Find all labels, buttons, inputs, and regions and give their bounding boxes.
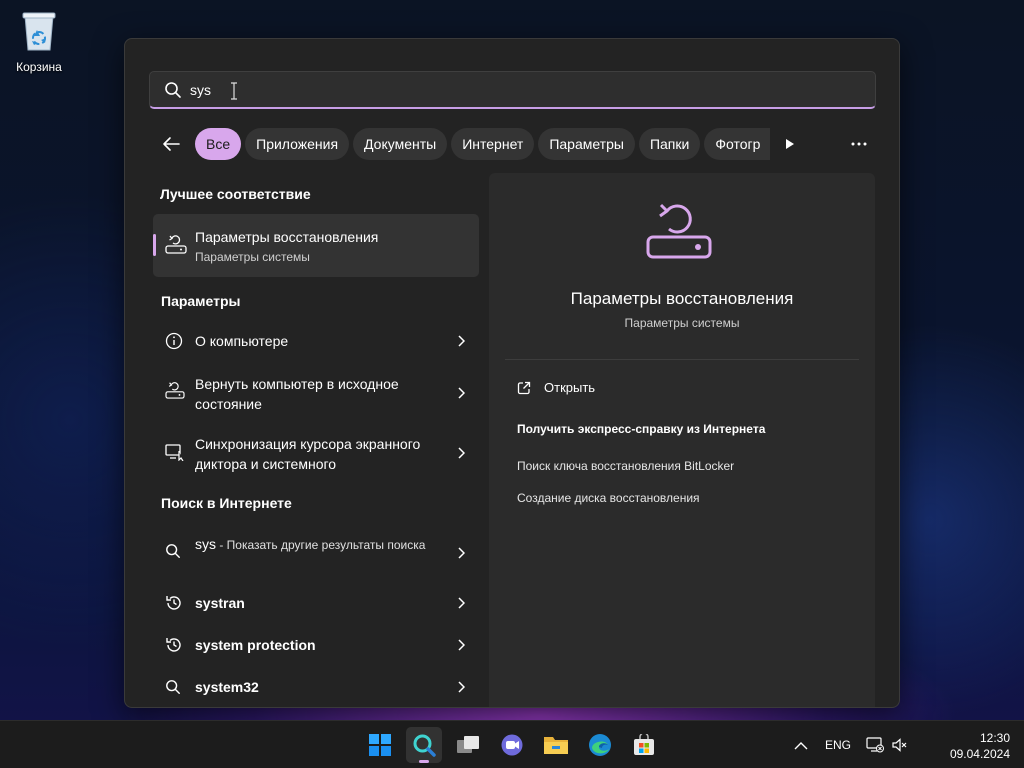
best-match-heading: Лучшее соответствие	[160, 186, 311, 202]
play-icon	[786, 139, 795, 149]
file-explorer-icon	[544, 737, 568, 754]
search-icon	[166, 680, 180, 694]
filter-chip-photos[interactable]: Фотогр	[704, 128, 771, 160]
filter-bar: Все Приложения Документы Интернет Параме…	[155, 128, 875, 160]
web-query-text: sys	[195, 536, 216, 552]
search-icon	[413, 734, 436, 757]
filter-chip-documents[interactable]: Документы	[353, 128, 448, 160]
settings-item-label: О компьютере	[195, 333, 289, 349]
settings-item-reset-pc[interactable]: Вернуть компьютер в исходное состояние	[153, 369, 479, 417]
back-button[interactable]	[155, 128, 187, 160]
chevron-right-icon	[458, 335, 465, 347]
settings-heading: Параметры	[161, 293, 241, 309]
more-icon	[851, 142, 867, 146]
filter-chip-all[interactable]: Все	[195, 128, 242, 160]
help-link-recovery-drive[interactable]: Создание диска восстановления	[517, 491, 700, 505]
task-view-button[interactable]	[450, 727, 486, 763]
search-panel: Все Приложения Документы Интернет Параме…	[124, 38, 900, 708]
chevron-right-icon	[458, 639, 465, 651]
clock[interactable]: 12:30 09.04.2024	[950, 730, 1010, 762]
search-input[interactable]	[190, 81, 790, 98]
best-match-item[interactable]: Параметры восстановления Параметры систе…	[153, 214, 479, 277]
start-icon	[369, 734, 391, 756]
volume-status[interactable]	[892, 721, 908, 768]
recycle-bin-shortcut[interactable]: Корзина	[10, 6, 68, 74]
network-status[interactable]	[866, 721, 884, 768]
filter-chip-folders[interactable]: Папки	[638, 128, 701, 160]
info-icon	[165, 332, 183, 350]
chevron-right-icon	[458, 447, 465, 459]
open-external-icon	[517, 381, 531, 394]
search-box[interactable]	[149, 71, 876, 109]
settings-item-label: Синхронизация курсора экранного диктора …	[195, 436, 421, 472]
web-item-system-protection[interactable]: system protection	[153, 625, 479, 665]
preview-title: Параметры восстановления	[570, 289, 794, 308]
more-options-button[interactable]	[843, 128, 875, 160]
web-item-systran[interactable]: systran	[153, 583, 479, 623]
chevron-right-icon	[458, 387, 465, 399]
web-item-sys[interactable]: sys - Показать другие результаты поиска	[153, 529, 479, 577]
quick-help-heading: Получить экспресс-справку из Интернета	[517, 422, 766, 436]
chevron-right-icon	[458, 597, 465, 609]
settings-item-label: Вернуть компьютер в исходное состояние	[195, 376, 399, 412]
filter-chip-apps[interactable]: Приложения	[245, 128, 350, 160]
recovery-icon	[165, 235, 187, 254]
reset-pc-icon	[165, 382, 185, 399]
language-indicator[interactable]: ENG	[825, 721, 851, 768]
best-match-subtitle: Параметры системы	[195, 250, 310, 264]
clock-date: 09.04.2024	[949, 747, 1010, 761]
chat-button[interactable]	[494, 727, 530, 763]
scroll-filters-button[interactable]	[778, 128, 802, 160]
history-icon	[166, 638, 181, 652]
show-hidden-icons-button[interactable]	[794, 721, 808, 768]
settings-item-about[interactable]: О компьютере	[153, 321, 479, 361]
text-cursor-icon	[231, 82, 237, 100]
volume-muted-icon	[892, 738, 907, 752]
history-icon	[166, 596, 181, 610]
preview-pane: Параметры восстановления Параметры систе…	[489, 173, 875, 707]
active-indicator	[419, 760, 429, 763]
best-match-title: Параметры восстановления	[195, 229, 379, 245]
file-explorer-button[interactable]	[538, 727, 574, 763]
arrow-left-icon	[163, 137, 180, 151]
narrator-icon	[165, 444, 184, 461]
task-view-icon	[457, 736, 479, 753]
preview-subtitle: Параметры системы	[624, 316, 740, 330]
filter-chip-web[interactable]: Интернет	[451, 128, 535, 160]
web-item-label: systran	[195, 595, 245, 611]
recycle-bin-icon	[21, 10, 57, 52]
web-search-heading: Поиск в Интернете	[161, 495, 292, 511]
search-icon	[165, 81, 181, 98]
settings-item-narrator-sync[interactable]: Синхронизация курсора экранного диктора …	[153, 429, 479, 477]
open-action[interactable]: Открыть	[517, 380, 595, 395]
open-label: Открыть	[544, 380, 596, 395]
taskbar: ENG 12:30 09.04.2024	[0, 720, 1024, 768]
filter-chip-settings[interactable]: Параметры	[538, 128, 635, 160]
web-query-suffix: - Показать другие результаты поиска	[216, 538, 426, 552]
divider	[505, 359, 859, 360]
edge-icon	[589, 734, 611, 756]
chat-icon	[501, 734, 523, 756]
start-button[interactable]	[362, 727, 398, 763]
help-link-bitlocker[interactable]: Поиск ключа восстановления BitLocker	[517, 459, 734, 473]
chevron-right-icon	[458, 547, 465, 559]
edge-button[interactable]	[582, 727, 618, 763]
store-icon	[634, 734, 654, 755]
chevron-up-icon	[794, 741, 808, 749]
search-taskbar-button[interactable]	[406, 727, 442, 763]
web-item-system32[interactable]: system32	[153, 667, 479, 707]
network-disconnected-icon	[866, 737, 884, 753]
web-item-label: sys - Показать другие результаты поиска	[195, 534, 435, 555]
search-icon	[166, 544, 180, 558]
selection-indicator	[153, 234, 156, 256]
recycle-bin-label: Корзина	[16, 60, 62, 74]
web-item-label: system32	[195, 679, 259, 695]
chevron-right-icon	[458, 681, 465, 693]
web-item-label: system protection	[195, 637, 316, 653]
clock-time: 12:30	[979, 731, 1010, 745]
store-button[interactable]	[626, 727, 662, 763]
recovery-icon	[646, 203, 712, 259]
